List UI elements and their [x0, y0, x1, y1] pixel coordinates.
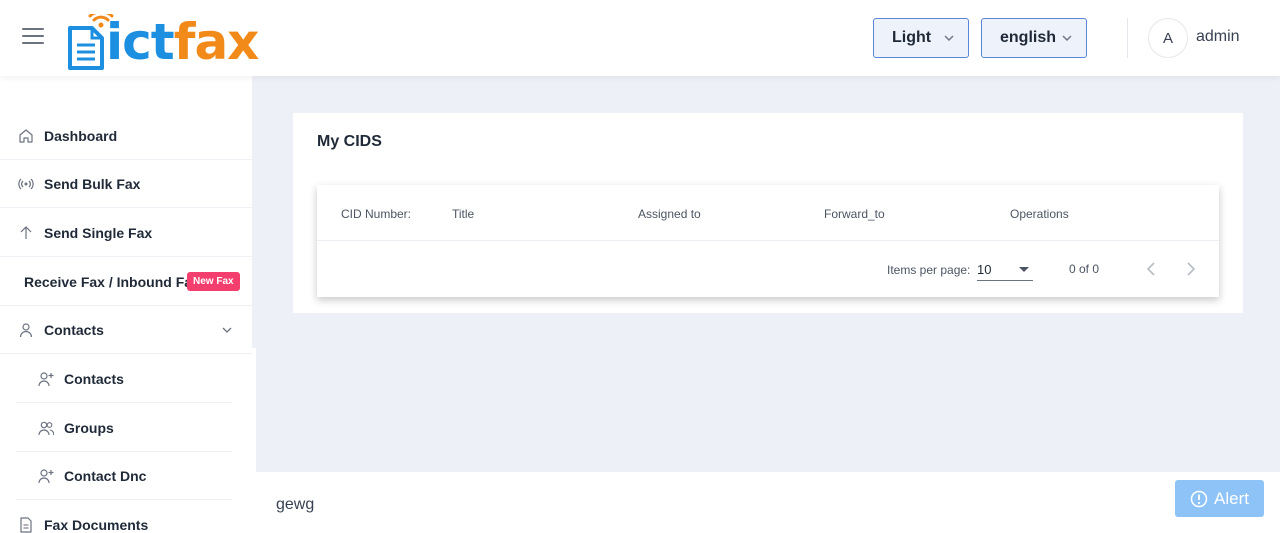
sidebar-item-contacts[interactable]: Contacts	[16, 355, 232, 403]
language-select[interactable]: english	[981, 18, 1087, 58]
sidebar-item-contacts-group[interactable]: Contacts	[0, 306, 252, 354]
column-header-assigned-to[interactable]: Assigned to	[638, 207, 701, 221]
sidebar-item-label: Dashboard	[44, 127, 118, 144]
sidebar-item-send-single-fax[interactable]: Send Single Fax	[0, 209, 252, 257]
theme-select-value: Light	[892, 29, 932, 46]
ictfax-logo[interactable]: ictfax	[66, 6, 278, 72]
sidebar-item-fax-documents[interactable]: Fax Documents	[0, 501, 252, 533]
header-divider	[1127, 18, 1128, 58]
items-per-page-value: 10	[977, 262, 992, 277]
column-header-forward-to[interactable]: Forward_to	[824, 207, 885, 221]
user-plus-icon	[38, 468, 54, 483]
sidebar-item-label: Contacts	[44, 321, 104, 338]
sidebar-item-send-bulk-fax[interactable]: Send Bulk Fax	[0, 160, 252, 208]
logo-text: ictfax	[106, 12, 260, 72]
cids-table: CID Number: Title Assigned to Forward_to…	[317, 185, 1219, 297]
items-per-page-select[interactable]: 10	[977, 257, 1033, 281]
document-icon	[20, 517, 32, 533]
chevron-down-icon	[222, 327, 232, 333]
sidebar-item-label: Contacts	[64, 370, 124, 387]
footer-text: gewg	[276, 496, 315, 513]
items-per-page-label: Items per page:	[887, 263, 971, 277]
arrow-up-icon	[20, 225, 32, 239]
sidebar-item-label: Contact Dnc	[64, 467, 147, 484]
user-avatar[interactable]: A	[1148, 18, 1188, 58]
page-title: My CIDS	[317, 133, 382, 150]
logo-text-ict: ict	[106, 13, 175, 71]
user-icon	[19, 322, 33, 337]
column-header-cid-number[interactable]: CID Number:	[341, 207, 411, 221]
logo-text-fax: fax	[173, 13, 260, 71]
sidebar: Dashboard Send Bulk Fax Send Single Fax …	[0, 76, 252, 533]
home-icon	[19, 128, 33, 143]
dropdown-arrow-icon	[1019, 267, 1029, 272]
users-icon	[38, 421, 54, 435]
user-plus-icon	[38, 371, 54, 386]
column-header-title[interactable]: Title	[452, 207, 474, 221]
sidebar-item-label: Send Single Fax	[44, 224, 153, 241]
page-range-label: 0 of 0	[1069, 262, 1100, 276]
previous-page-icon[interactable]	[1141, 259, 1161, 279]
new-fax-badge: New Fax	[187, 272, 240, 291]
language-select-value: english	[1000, 29, 1057, 46]
my-cids-card: My CIDS CID Number: Title Assigned to Fo…	[293, 113, 1243, 313]
top-header: ictfax Light english A admin	[0, 0, 1280, 76]
column-header-operations[interactable]: Operations	[1010, 207, 1069, 221]
sidebar-item-label: Groups	[64, 419, 114, 436]
sidebar-item-label: Send Bulk Fax	[44, 175, 141, 192]
sidebar-item-groups[interactable]: Groups	[16, 404, 232, 452]
alert-button-label: Alert	[1214, 488, 1249, 508]
theme-select[interactable]: Light	[873, 18, 969, 58]
sidebar-item-label: Receive Fax / Inbound Fax	[24, 273, 200, 290]
sidebar-item-receive-fax[interactable]: Receive Fax / Inbound Fax New Fax	[0, 258, 252, 306]
user-name[interactable]: admin	[1196, 28, 1240, 46]
sidebar-item-dashboard[interactable]: Dashboard	[0, 112, 252, 160]
next-page-icon[interactable]	[1181, 259, 1201, 279]
sidebar-item-contact-dnc[interactable]: Contact Dnc	[16, 452, 232, 500]
alert-button[interactable]: Alert	[1175, 480, 1264, 517]
paginator: Items per page: 10 0 of 0	[317, 241, 1219, 297]
footer: gewg Alert	[256, 472, 1280, 533]
alert-info-icon	[1190, 490, 1208, 507]
hamburger-menu-icon[interactable]	[22, 28, 44, 46]
broadcast-icon	[18, 178, 34, 189]
table-header-row: CID Number: Title Assigned to Forward_to…	[317, 185, 1219, 241]
chevron-down-icon	[1062, 35, 1072, 41]
sidebar-item-label: Fax Documents	[44, 517, 149, 533]
chevron-down-icon	[944, 35, 954, 41]
